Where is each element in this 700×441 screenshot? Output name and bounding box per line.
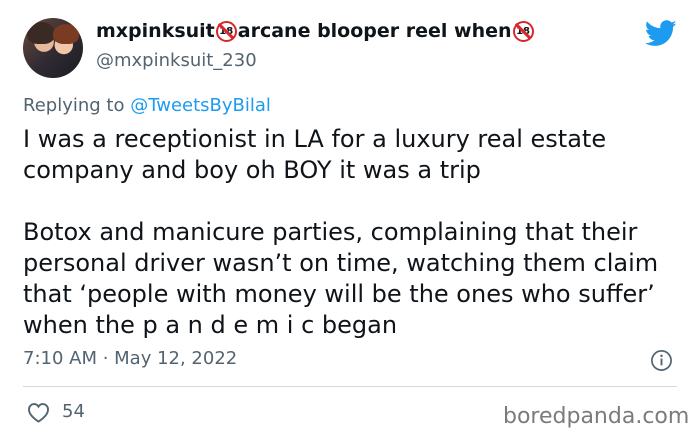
replying-prefix: Replying to (23, 95, 131, 116)
author-name-part-2: arcane blooper reel when (237, 20, 512, 42)
divider (23, 386, 677, 387)
replying-to: Replying to @TweetsByBilal (23, 95, 271, 116)
author-name[interactable]: mxpinksuit 18 arcane blooper reel when 1… (96, 20, 535, 42)
twitter-bird-icon[interactable] (645, 20, 677, 47)
tweet-text: I was a receptionist in LA for a luxury … (23, 125, 659, 339)
no-under-18-icon: 18 (215, 20, 237, 42)
info-icon[interactable] (650, 349, 673, 372)
watermark: boredpanda.com (503, 404, 690, 429)
avatar-hair-left (27, 22, 55, 44)
avatar-hair-right (53, 24, 79, 44)
like-count: 54 (62, 401, 85, 422)
heart-icon[interactable] (27, 402, 50, 423)
badge-18-text: 18 (516, 25, 530, 37)
replying-to-mention[interactable]: @TweetsByBilal (130, 95, 271, 116)
author-name-part-1: mxpinksuit (96, 20, 215, 42)
tweet-timestamp[interactable]: 7:10 AM · May 12, 2022 (23, 348, 237, 369)
avatar[interactable] (23, 18, 83, 78)
badge-18-text: 18 (219, 25, 234, 37)
author-handle[interactable]: @mxpinksuit_230 (96, 50, 257, 71)
no-under-18-icon: 18 (512, 20, 534, 42)
